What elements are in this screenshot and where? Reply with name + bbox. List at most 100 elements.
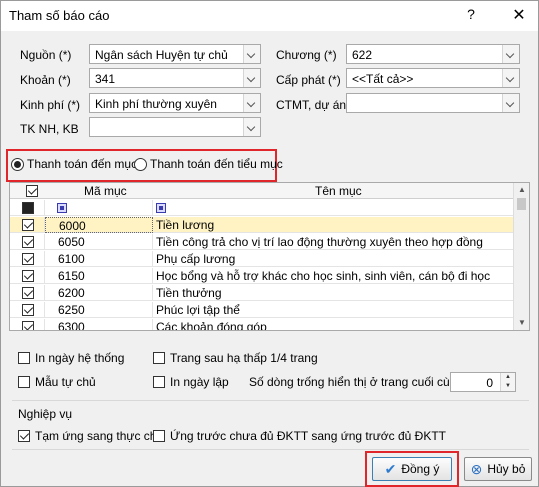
nghiep-vu-title: Nghiệp vụ [18,407,73,421]
checkbox-label: Mẫu tự chủ [35,375,96,389]
checkbox-box[interactable] [18,376,30,388]
row-code: 6250 [58,303,85,317]
radio-thanh-toan-tieu-muc[interactable]: Thanh toán đến tiểu mục [134,157,283,171]
so-dong-label: Số dòng trống hiển thị ở trang cuối cùng [249,375,464,389]
filter-icon[interactable] [156,203,166,213]
chuong-combo[interactable]: 622 [346,44,520,64]
table-row[interactable]: 6300 Các khoản đóng góp [10,319,514,331]
filter-checkbox[interactable] [22,202,34,214]
select-all-checkbox[interactable] [26,185,38,197]
kinh-phi-value: Kinh phí thường xuyên [95,97,217,111]
ok-button[interactable]: ✔ Đồng ý [372,457,452,481]
row-code: 6050 [58,235,85,249]
nguon-value: Ngân sách Huyện tự chủ [95,48,228,62]
chuong-value: 622 [352,48,373,62]
khoan-combo[interactable]: 341 [89,68,261,88]
table-row[interactable]: 6250 Phúc lợi tập thể [10,302,514,318]
table-row[interactable]: 6200 Tiền thưởng [10,285,514,301]
row-checkbox[interactable] [22,253,34,265]
chevron-down-icon[interactable] [243,118,260,136]
khoan-label: Khoản (*) [20,73,71,87]
nguon-combo[interactable]: Ngân sách Huyện tự chủ [89,44,261,64]
grid-scrollbar[interactable]: ▲ ▼ [513,183,529,330]
header-name[interactable]: Tên mục [315,184,362,198]
group-divider [12,400,529,401]
header-code[interactable]: Mã mục [84,184,127,198]
chevron-down-icon[interactable] [502,69,519,87]
cap-phat-value: <<Tất cả>> [352,72,414,86]
report-params-dialog: Tham số báo cáo ? ✕ Nguồn (*) Ngân sách … [0,0,539,487]
checkbox-label: In ngày hệ thống [35,351,125,365]
cap-phat-combo[interactable]: <<Tất cả>> [346,68,520,88]
checkmark-icon: ✔ [384,460,397,477]
table-row[interactable]: 6050 Tiền công trả cho vị trí lao động t… [10,234,514,250]
cancel-button[interactable]: ⊗ Hủy bỏ [464,457,532,481]
row-code: 6100 [58,252,85,266]
row-name: Học bổng và hỗ trợ khác cho học sinh, si… [156,269,491,283]
row-code: 6300 [58,320,85,331]
kinh-phi-combo[interactable]: Kinh phí thường xuyên [89,93,261,113]
row-name: Các khoản đóng góp [156,320,267,331]
ok-label: Đồng ý [401,462,440,476]
title-bar: Tham số báo cáo ? ✕ [1,1,538,31]
row-code: 6000 [59,219,86,233]
scroll-down-icon[interactable]: ▼ [514,316,529,330]
stepper-buttons[interactable]: ▲ ▼ [500,373,515,391]
radio-thanh-toan-muc[interactable]: Thanh toán đến mục [11,157,137,171]
ctmt-label: CTMT, dự án [276,98,347,112]
scroll-up-icon[interactable]: ▲ [514,183,529,197]
kinh-phi-label: Kinh phí (*) [20,98,81,112]
help-button[interactable]: ? [461,6,481,22]
checkbox-box[interactable] [18,430,30,442]
chuong-label: Chương (*) [276,48,337,62]
cancel-label: Hủy bỏ [487,462,526,476]
stepper-down-icon[interactable]: ▼ [501,382,515,391]
row-checkbox[interactable] [22,219,34,231]
stepper-up-icon[interactable]: ▲ [501,373,515,382]
trang-sau-checkbox[interactable]: Trang sau hạ thấp 1/4 trang [153,351,318,365]
row-checkbox[interactable] [22,236,34,248]
filter-icon[interactable] [57,203,67,213]
row-checkbox[interactable] [22,304,34,316]
checkbox-box[interactable] [153,352,165,364]
muc-grid[interactable]: Mã mục Tên mục 6000 Tiền lương 6050 Tiền… [9,182,530,331]
row-checkbox[interactable] [22,321,34,330]
close-button[interactable]: ✕ [508,5,530,25]
checkbox-box[interactable] [153,430,165,442]
tknh-combo[interactable] [89,117,261,137]
table-row[interactable]: 6000 Tiền lương [10,217,514,233]
scroll-thumb[interactable] [517,198,526,210]
checkbox-label: Ứng trước chưa đủ ĐKTT sang ứng trước đủ… [170,429,446,443]
chevron-down-icon[interactable] [243,45,260,63]
checkbox-label: In ngày lập [170,375,229,389]
in-ngay-he-thong-checkbox[interactable]: In ngày hệ thống [18,351,124,365]
so-dong-stepper[interactable]: 0 ▲ ▼ [450,372,516,392]
ung-truoc-checkbox[interactable]: Ứng trước chưa đủ ĐKTT sang ứng trước đủ… [153,429,446,443]
checkbox-box[interactable] [18,352,30,364]
chevron-down-icon[interactable] [502,45,519,63]
checkbox-box[interactable] [153,376,165,388]
table-row[interactable]: 6100 Phụ cấp lương [10,251,514,267]
cap-phat-label: Cấp phát (*) [276,73,341,87]
row-checkbox[interactable] [22,270,34,282]
nguon-label: Nguồn (*) [20,48,72,62]
row-name: Phúc lợi tập thể [156,303,240,317]
ctmt-combo[interactable] [346,93,520,113]
filter-row[interactable] [10,200,514,216]
row-name: Tiền lương [156,218,215,232]
radio-dot[interactable] [134,157,147,171]
row-name: Phụ cấp lương [156,252,236,266]
row-checkbox[interactable] [22,287,34,299]
tam-ung-checkbox[interactable]: Tạm ứng sang thực chi [18,429,159,443]
chevron-down-icon[interactable] [243,69,260,87]
so-dong-value[interactable]: 0 [486,376,493,390]
radio-label: Thanh toán đến tiểu mục [150,157,283,171]
table-row[interactable]: 6150 Học bổng và hỗ trợ khác cho học sin… [10,268,514,284]
tknh-label: TK NH, KB [20,122,79,136]
mau-tu-chu-checkbox[interactable]: Mẫu tự chủ [18,375,96,389]
in-ngay-lap-checkbox[interactable]: In ngày lập [153,375,229,389]
chevron-down-icon[interactable] [243,94,260,112]
radio-dot[interactable] [11,157,24,171]
row-code: 6200 [58,286,85,300]
chevron-down-icon[interactable] [502,94,519,112]
